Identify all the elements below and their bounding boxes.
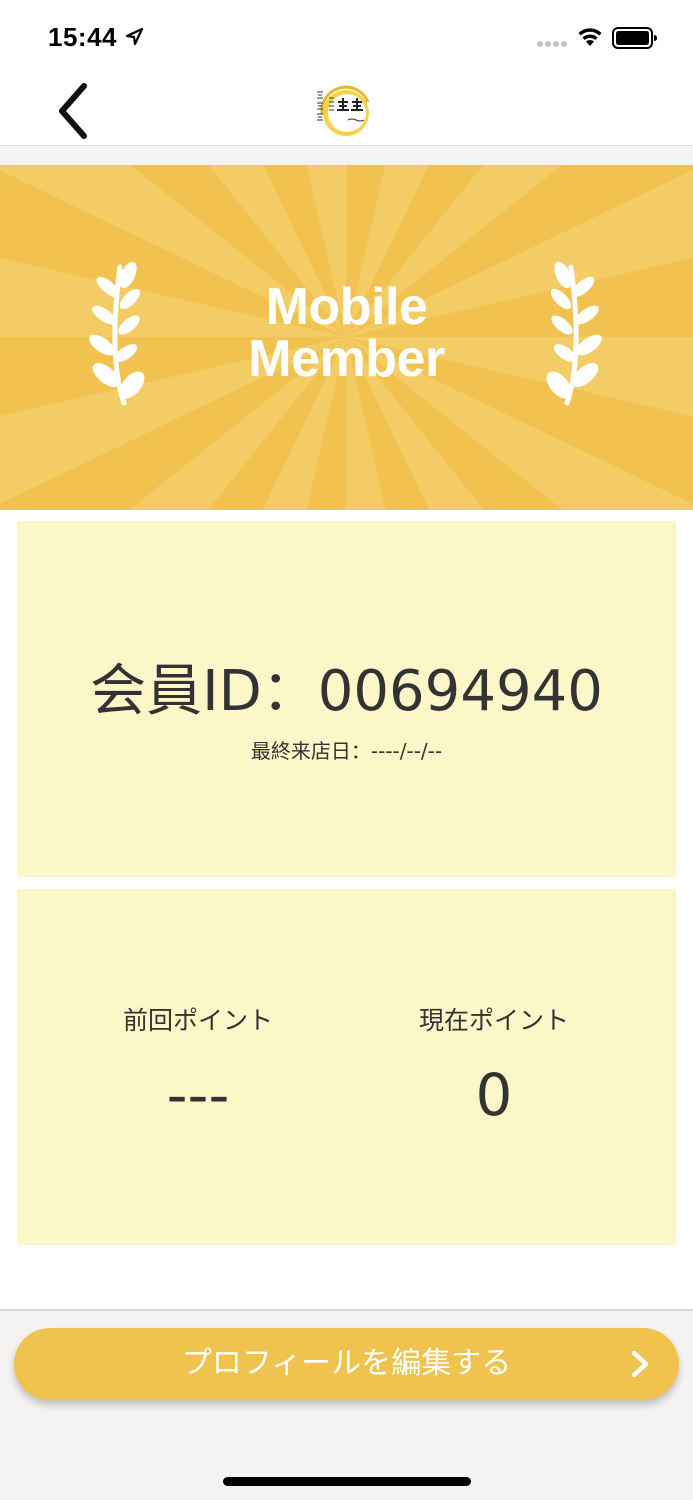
mobile-member-banner: Mobile Member [0,165,693,510]
last-visit: 最終来店日：----/--/-- [17,738,676,764]
location-arrow-icon [125,27,144,46]
points-card: 前回ポイント --- 現在ポイント 0 [17,889,676,1245]
member-id-value: 00694940 [317,659,603,724]
chevron-right-icon [631,1350,649,1378]
laurel-branch-icon [546,261,602,406]
edit-profile-button[interactable]: プロフィールを編集する [14,1328,679,1400]
wifi-icon [578,28,602,46]
current-points: 現在ポイント 0 [344,1004,644,1130]
battery-icon [612,27,657,49]
cellular-signal-icon [537,41,567,47]
status-bar: 15:44 [0,0,693,76]
nav-bar [0,76,693,146]
previous-points: 前回ポイント --- [48,1004,348,1130]
edit-profile-label: プロフィールを編集する [181,1346,512,1381]
previous-points-value: --- [166,1061,230,1129]
last-visit-label: 最終来店日： [250,739,371,763]
home-indicator [223,1477,471,1486]
status-time: 15:44 [48,22,117,52]
member-id-label: 会員ID： [90,659,318,724]
member-id-card: 会員ID：00694940 最終来店日：----/--/-- [17,521,676,877]
last-visit-value: ----/--/-- [370,739,443,763]
member-id: 会員ID：00694940 [17,661,676,723]
current-points-value: 0 [475,1061,513,1129]
current-points-label: 現在ポイント [418,1006,569,1035]
back-button[interactable] [44,82,100,140]
previous-points-label: 前回ポイント [122,1006,273,1035]
shop-logo [272,80,420,142]
bottom-divider [0,1309,693,1311]
chevron-left-icon [59,83,87,139]
